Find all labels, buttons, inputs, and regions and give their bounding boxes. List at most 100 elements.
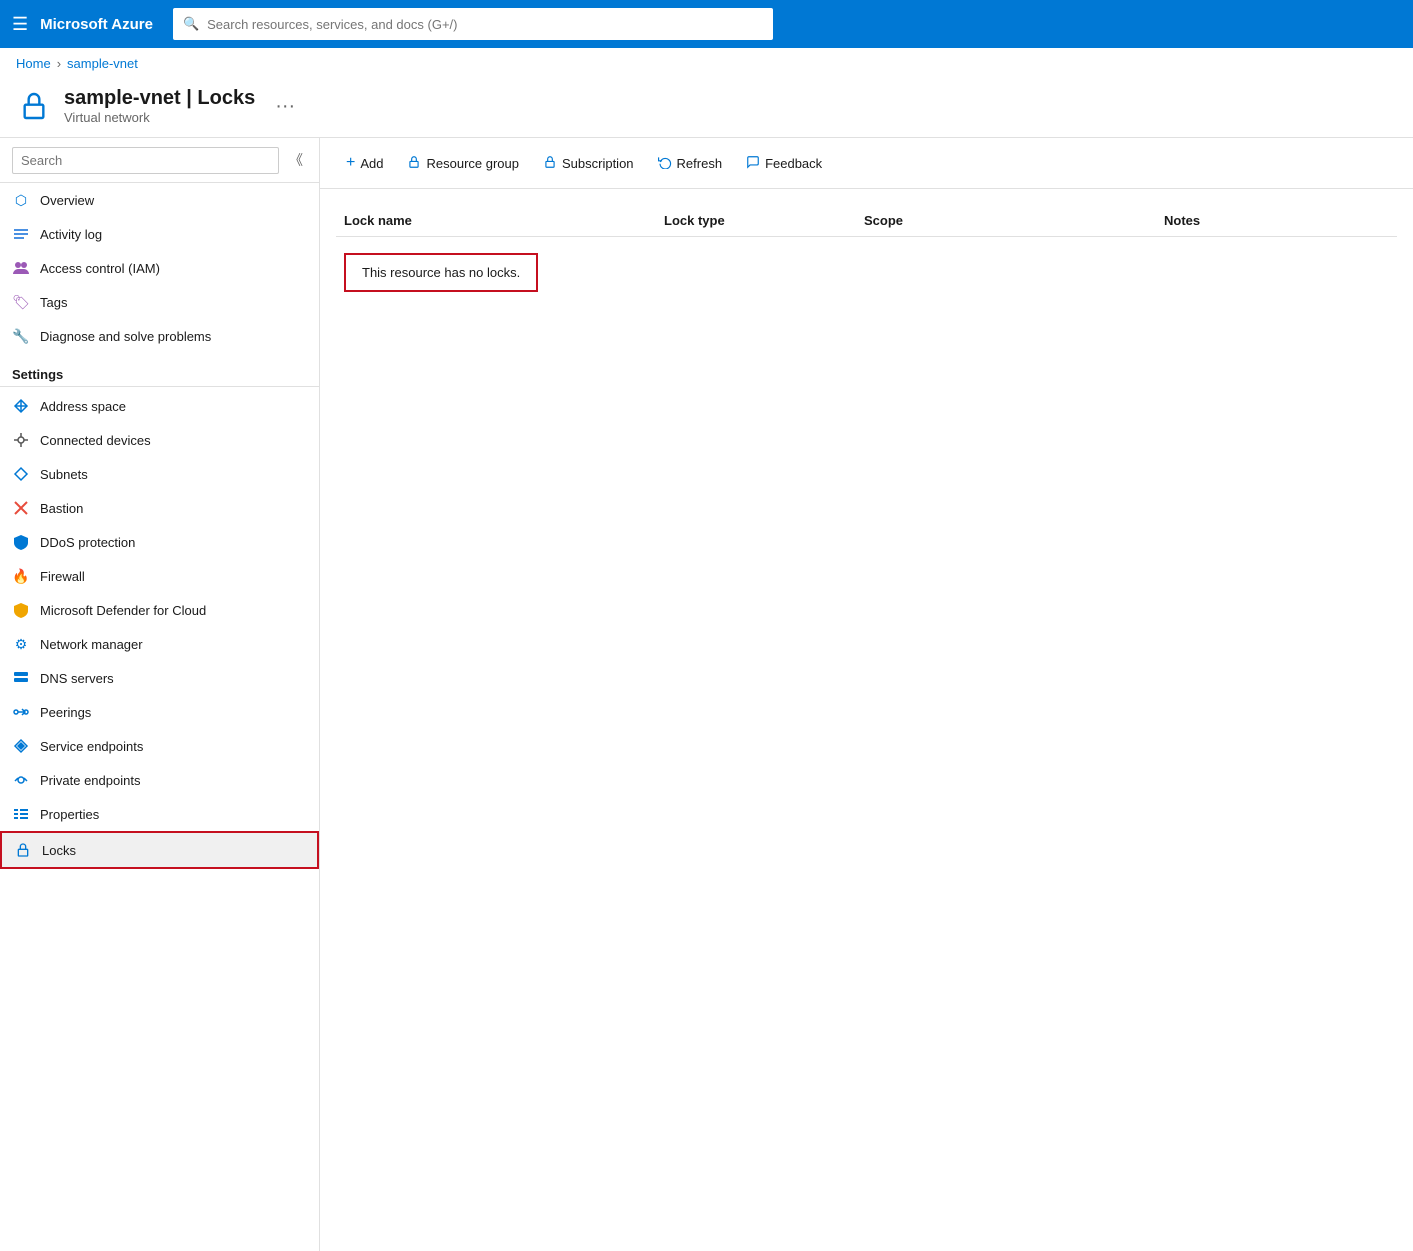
- sidebar-item-service-endpoints-label: Service endpoints: [40, 739, 143, 754]
- sidebar-item-service-endpoints[interactable]: Service endpoints: [0, 729, 319, 763]
- sidebar-item-overview-label: Overview: [40, 193, 94, 208]
- sidebar-item-bastion-label: Bastion: [40, 501, 83, 516]
- global-search-input[interactable]: [207, 17, 763, 32]
- ddos-icon: [12, 533, 30, 551]
- col-scope: Scope: [856, 213, 1156, 228]
- sidebar-item-address-space-label: Address space: [40, 399, 126, 414]
- sidebar-search-container: 《: [0, 138, 319, 183]
- feedback-label: Feedback: [765, 156, 822, 171]
- bastion-icon: [12, 499, 30, 517]
- breadcrumb-home[interactable]: Home: [16, 56, 51, 71]
- page-subtitle: Virtual network: [64, 110, 255, 125]
- add-icon: +: [346, 154, 355, 172]
- sidebar-item-properties[interactable]: Properties: [0, 797, 319, 831]
- sidebar-item-ddos-protection[interactable]: DDoS protection: [0, 525, 319, 559]
- content-body: 《 ⬡ Overview Activity log Access control…: [0, 138, 1413, 1251]
- no-locks-message: This resource has no locks.: [344, 253, 538, 292]
- sidebar-item-firewall[interactable]: 🔥 Firewall: [0, 559, 319, 593]
- sidebar-item-defender[interactable]: Microsoft Defender for Cloud: [0, 593, 319, 627]
- sidebar-item-network-manager[interactable]: ⚙ Network manager: [0, 627, 319, 661]
- top-navbar: ☰ Microsoft Azure 🔍: [0, 0, 1413, 48]
- search-icon: 🔍: [183, 16, 199, 32]
- refresh-button[interactable]: Refresh: [648, 149, 733, 178]
- toolbar: + Add Resource group Subscription: [320, 138, 1413, 189]
- sidebar-item-locks[interactable]: Locks: [0, 831, 319, 869]
- settings-section-label: Settings: [0, 353, 319, 387]
- defender-icon: [12, 601, 30, 619]
- global-search-bar: 🔍: [173, 8, 773, 40]
- table-header: Lock name Lock type Scope Notes: [336, 205, 1397, 237]
- sidebar-item-dns-servers-label: DNS servers: [40, 671, 114, 686]
- sidebar-item-tags-label: Tags: [40, 295, 67, 310]
- peerings-icon: [12, 703, 30, 721]
- sidebar-item-bastion[interactable]: Bastion: [0, 491, 319, 525]
- sidebar-item-diagnose[interactable]: 🔧 Diagnose and solve problems: [0, 319, 319, 353]
- feedback-icon: [746, 155, 760, 172]
- firewall-icon: 🔥: [12, 567, 30, 585]
- sidebar-item-diagnose-label: Diagnose and solve problems: [40, 329, 211, 344]
- breadcrumb: Home › sample-vnet: [0, 48, 1413, 79]
- sidebar-item-overview[interactable]: ⬡ Overview: [0, 183, 319, 217]
- subnets-icon: [12, 465, 30, 483]
- sidebar-item-network-manager-label: Network manager: [40, 637, 143, 652]
- sidebar-item-connected-devices[interactable]: Connected devices: [0, 423, 319, 457]
- add-button[interactable]: + Add: [336, 148, 393, 178]
- more-options-button[interactable]: ···: [275, 95, 295, 118]
- subscription-label: Subscription: [562, 156, 634, 171]
- sidebar-item-subnets-label: Subnets: [40, 467, 88, 482]
- resource-group-icon: [407, 155, 421, 172]
- hamburger-icon[interactable]: ☰: [12, 14, 28, 35]
- sidebar-item-tags[interactable]: 🏷 Tags: [0, 285, 319, 319]
- refresh-icon: [658, 155, 672, 172]
- private-endpoints-icon: [12, 771, 30, 789]
- network-manager-icon: ⚙: [12, 635, 30, 653]
- sidebar-item-dns-servers[interactable]: DNS servers: [0, 661, 319, 695]
- page-header-icon: [16, 88, 52, 124]
- locks-table: Lock name Lock type Scope Notes This res…: [320, 189, 1413, 324]
- resource-group-button[interactable]: Resource group: [397, 149, 529, 178]
- refresh-label: Refresh: [677, 156, 723, 171]
- sidebar-item-address-space[interactable]: Address space: [0, 389, 319, 423]
- diagnose-icon: 🔧: [12, 327, 30, 345]
- sidebar-item-firewall-label: Firewall: [40, 569, 85, 584]
- resource-group-label: Resource group: [426, 156, 519, 171]
- main-layout: Home › sample-vnet sample-vnet | Locks V…: [0, 48, 1413, 1251]
- sidebar-collapse-button[interactable]: 《: [285, 146, 307, 174]
- sidebar-item-private-endpoints[interactable]: Private endpoints: [0, 763, 319, 797]
- sidebar-item-activity-log[interactable]: Activity log: [0, 217, 319, 251]
- page-header-text: sample-vnet | Locks Virtual network: [64, 87, 255, 125]
- subscription-button[interactable]: Subscription: [533, 149, 644, 178]
- azure-logo: Microsoft Azure: [40, 16, 153, 33]
- sidebar-item-private-endpoints-label: Private endpoints: [40, 773, 140, 788]
- overview-icon: ⬡: [12, 191, 30, 209]
- breadcrumb-separator: ›: [57, 56, 61, 71]
- sidebar-item-peerings[interactable]: Peerings: [0, 695, 319, 729]
- sidebar-item-access-control[interactable]: Access control (IAM): [0, 251, 319, 285]
- service-endpoints-icon: [12, 737, 30, 755]
- sidebar: 《 ⬡ Overview Activity log Access control…: [0, 138, 320, 1251]
- properties-icon: [12, 805, 30, 823]
- tags-icon: 🏷: [12, 293, 30, 311]
- sidebar-search-input[interactable]: [12, 147, 279, 174]
- address-space-icon: [12, 397, 30, 415]
- sidebar-item-connected-devices-label: Connected devices: [40, 433, 151, 448]
- add-label: Add: [360, 156, 383, 171]
- col-notes: Notes: [1156, 213, 1397, 228]
- sidebar-item-access-control-label: Access control (IAM): [40, 261, 160, 276]
- sidebar-item-ddos-label: DDoS protection: [40, 535, 135, 550]
- connected-devices-icon: [12, 431, 30, 449]
- feedback-button[interactable]: Feedback: [736, 149, 832, 178]
- locks-icon: [14, 841, 32, 859]
- sidebar-item-activity-log-label: Activity log: [40, 227, 102, 242]
- dns-servers-icon: [12, 669, 30, 687]
- sidebar-item-subnets[interactable]: Subnets: [0, 457, 319, 491]
- page-title: sample-vnet | Locks: [64, 87, 255, 110]
- breadcrumb-resource[interactable]: sample-vnet: [67, 56, 138, 71]
- subscription-icon: [543, 155, 557, 172]
- col-lock-name: Lock name: [336, 213, 656, 228]
- page-header: sample-vnet | Locks Virtual network ···: [0, 79, 1413, 137]
- sidebar-item-properties-label: Properties: [40, 807, 99, 822]
- main-content: + Add Resource group Subscription: [320, 138, 1413, 1251]
- sidebar-item-peerings-label: Peerings: [40, 705, 91, 720]
- sidebar-item-defender-label: Microsoft Defender for Cloud: [40, 603, 206, 618]
